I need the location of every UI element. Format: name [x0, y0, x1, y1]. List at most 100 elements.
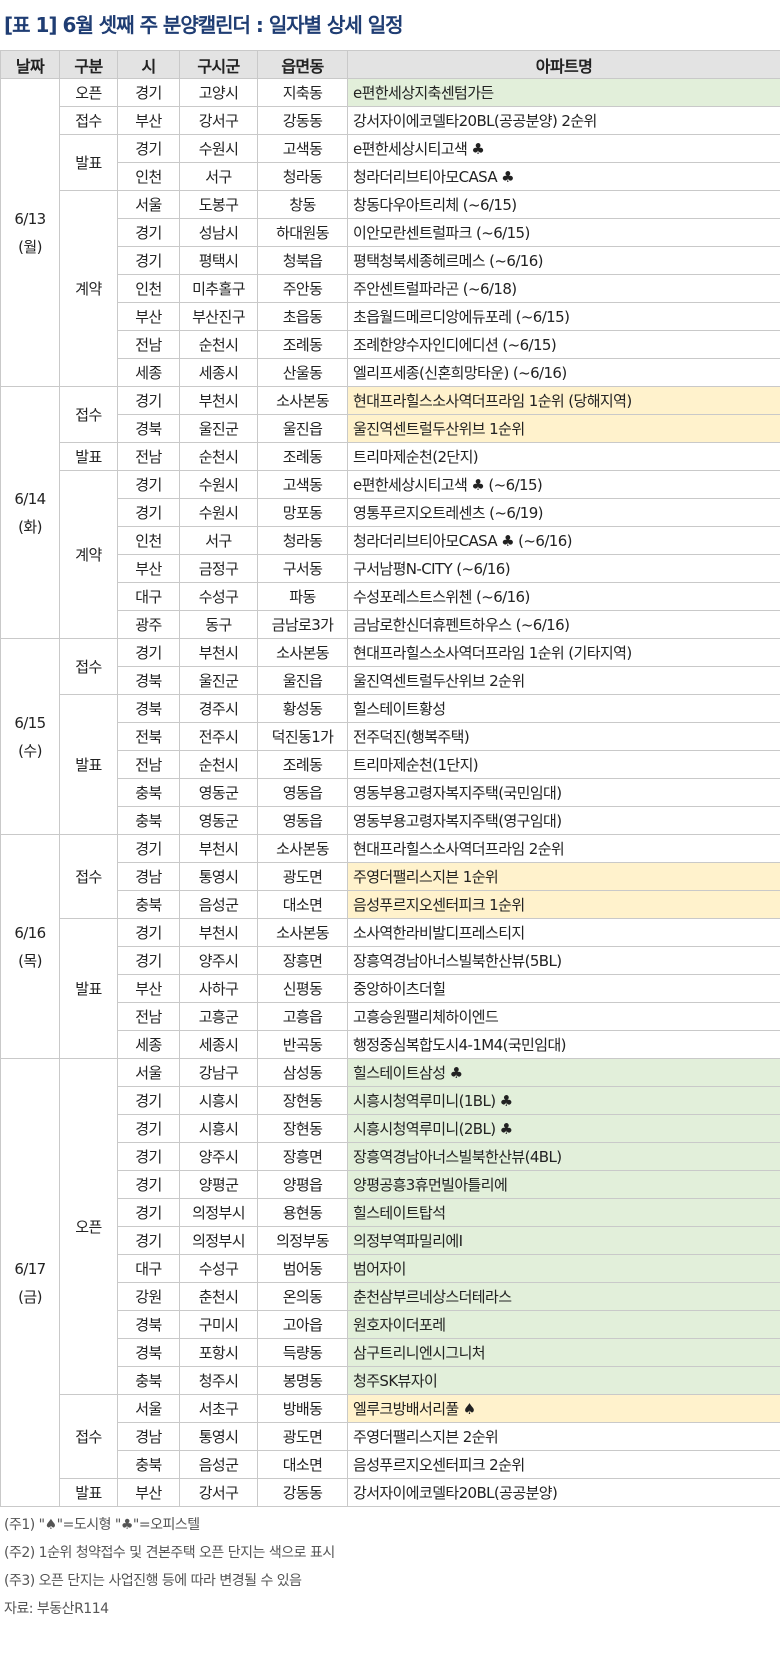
district-cell: 대소면 — [257, 890, 348, 919]
apartment-name-cell: 수성포레스트스위첸 (~6/16) — [347, 582, 780, 611]
district-cell: 산울동 — [257, 358, 348, 387]
city-cell: 부천시 — [179, 918, 258, 947]
apartment-name-cell: 장흥역경남아너스빌북한산뷰(4BL) — [347, 1142, 780, 1171]
apartment-name-cell: 시흥시청역루미니(1BL) ♣ — [347, 1086, 780, 1115]
apartment-name-cell: 춘천삼부르네상스더테라스 — [347, 1282, 780, 1311]
table-row: 발표 전남 순천시 조례동 트리마제순천(2단지) — [1, 442, 780, 471]
date-label: 6/17 — [14, 1259, 46, 1278]
district-cell: 용현동 — [257, 1198, 348, 1227]
province-cell: 대구 — [117, 582, 180, 611]
weekday-label: (금) — [18, 1287, 42, 1306]
apartment-name-cell: 중앙하이츠더힐 — [347, 974, 780, 1003]
city-cell: 사하구 — [179, 974, 258, 1003]
apartment-name-cell: 현대프라힐스소사역더프라임 2순위 — [347, 834, 780, 863]
city-cell: 세종시 — [179, 358, 258, 387]
table-row: 세종 세종시 산울동 엘리프세종(신혼희망타운) (~6/16) — [1, 358, 780, 387]
table-row: 경북 포항시 득량동 삼구트리니엔시그니처 — [1, 1338, 780, 1367]
province-cell: 경기 — [117, 246, 180, 275]
district-cell: 의정부동 — [257, 1226, 348, 1255]
table-row: 경기 평택시 청북읍 평택청북세종헤르메스 (~6/16) — [1, 246, 780, 275]
city-cell: 통영시 — [179, 862, 258, 891]
table-row: 발표 경기 수원시 고색동 e편한세상시티고색 ♣ — [1, 134, 780, 191]
city-cell: 양평군 — [179, 1170, 258, 1199]
date-label: 6/16 — [14, 923, 46, 942]
city-cell: 동구 — [179, 610, 258, 639]
province-cell: 부산 — [117, 106, 180, 135]
province-cell: 충북 — [117, 1366, 180, 1395]
footnote: (주2) 1순위 청약접수 및 견본주택 오픈 단지는 색으로 표시 — [4, 1545, 335, 1561]
province-cell: 경북 — [117, 694, 180, 723]
apartment-name-cell: e편한세상시티고색 ♣ (~6/15) — [347, 470, 780, 499]
province-cell: 강원 — [117, 1282, 180, 1311]
table-body: 6/13 (월) 오픈 경기 고양시 지축동 e편한세상지축센텀가든 접수 부산 강서구 강동동 강서… — [0, 78, 780, 1507]
header-row: 날짜 구분 시 구시군 읍면동 아파트명 — [0, 50, 780, 79]
apartment-name-cell: 의정부역파밀리에Ⅰ — [347, 1226, 780, 1255]
apartment-name-cell: 시흥시청역루미니(2BL) ♣ — [347, 1114, 780, 1143]
city-cell: 도봉구 — [179, 190, 258, 219]
category-cell: 접수 — [59, 386, 118, 443]
district-cell: 양평읍 — [257, 1170, 348, 1199]
table-row: 부산 부산진구 초읍동 초읍월드메르디앙에듀포레 (~6/15) — [1, 302, 780, 331]
table-row: 충북 음성군 대소면 음성푸르지오센터피크 2순위 — [1, 1450, 780, 1479]
date-label: 6/14 — [14, 489, 46, 508]
category-cell: 발표 — [59, 694, 118, 835]
province-cell: 경북 — [117, 666, 180, 695]
city-cell: 성남시 — [179, 218, 258, 247]
apartment-name-cell: 고흥승원팰리체하이엔드 — [347, 1002, 780, 1031]
table-row: 계약 경기 수원시 고색동 e편한세상시티고색 ♣ (~6/15) — [1, 470, 780, 639]
province-cell: 경기 — [117, 1170, 180, 1199]
city-cell: 영동군 — [179, 806, 258, 835]
city-cell: 서구 — [179, 526, 258, 555]
category-cell: 발표 — [59, 1478, 118, 1507]
apartment-name-cell: 장흥역경남아너스빌북한산뷰(5BL) — [347, 946, 780, 975]
apartment-name-cell: e편한세상지축센텀가든 — [347, 78, 780, 107]
district-cell: 득량동 — [257, 1338, 348, 1367]
district-cell: 온의동 — [257, 1282, 348, 1311]
district-cell: 파동 — [257, 582, 348, 611]
apartment-name-cell: 힐스테이트탑석 — [347, 1198, 780, 1227]
city-cell: 수원시 — [179, 498, 258, 527]
table-row: 6/14 (화) 접수 경기 부천시 소사본동 현대프라힐스소사역더프라임 1순위 (당해지… — [0, 386, 780, 639]
apartment-name-cell: 힐스테이트황성 — [347, 694, 780, 723]
date-cell: 6/17 (금) — [0, 1058, 60, 1507]
table-row: 경기 시흥시 장현동 시흥시청역루미니(2BL) ♣ — [1, 1114, 780, 1143]
city-cell: 음성군 — [179, 890, 258, 919]
city-cell: 서초구 — [179, 1394, 258, 1423]
apartment-name-cell: 창동다우아트리체 (~6/15) — [347, 190, 780, 219]
city-cell: 의정부시 — [179, 1226, 258, 1255]
city-cell: 의정부시 — [179, 1198, 258, 1227]
city-cell: 부천시 — [179, 834, 258, 863]
city-cell: 포항시 — [179, 1338, 258, 1367]
city-cell: 서구 — [179, 162, 258, 191]
table-row: 세종 세종시 반곡동 행정중심복합도시4-1M4(국민임대) — [1, 1030, 780, 1059]
province-cell: 경북 — [117, 414, 180, 443]
city-cell: 부천시 — [179, 386, 258, 415]
province-cell: 세종 — [117, 358, 180, 387]
district-cell: 봉명동 — [257, 1366, 348, 1395]
district-cell: 영동읍 — [257, 778, 348, 807]
table-row: 충북 영동군 영동읍 영동부용고령자복지주택(국민임대) — [1, 778, 780, 807]
city-cell: 울진군 — [179, 414, 258, 443]
province-cell: 경기 — [117, 834, 180, 863]
city-cell: 수성구 — [179, 1254, 258, 1283]
city-cell: 울진군 — [179, 666, 258, 695]
city-cell: 고양시 — [179, 78, 258, 107]
category-cell: 접수 — [59, 106, 118, 135]
footnote: (주3) 오픈 단지는 사업진행 등에 따라 변경될 수 있음 — [4, 1573, 302, 1589]
weekday-label: (화) — [18, 517, 42, 536]
table-row: 대구 수성구 범어동 범어자이 — [1, 1254, 780, 1283]
table-row: 인천 서구 청라동 청라더리브티아모CASA ♣ — [1, 162, 780, 191]
city-cell: 춘천시 — [179, 1282, 258, 1311]
apartment-name-cell: 원호자이더포레 — [347, 1310, 780, 1339]
apartment-name-cell: 음성푸르지오센터피크 2순위 — [347, 1450, 780, 1479]
city-cell: 양주시 — [179, 946, 258, 975]
table-row: 발표 경기 부천시 소사본동 소사역한라비발디프레스티지 — [1, 918, 780, 1059]
apartment-name-cell: 삼구트리니엔시그니처 — [347, 1338, 780, 1367]
city-cell: 수원시 — [179, 470, 258, 499]
apartment-name-cell: 음성푸르지오센터피크 1순위 — [347, 890, 780, 919]
province-cell: 경기 — [117, 1086, 180, 1115]
table-row: 접수 부산 강서구 강동동 강서자이에코델타20BL(공공분양) 2순위 — [1, 106, 780, 135]
district-cell: 장현동 — [257, 1114, 348, 1143]
province-cell: 서울 — [117, 190, 180, 219]
province-cell: 경기 — [117, 1114, 180, 1143]
